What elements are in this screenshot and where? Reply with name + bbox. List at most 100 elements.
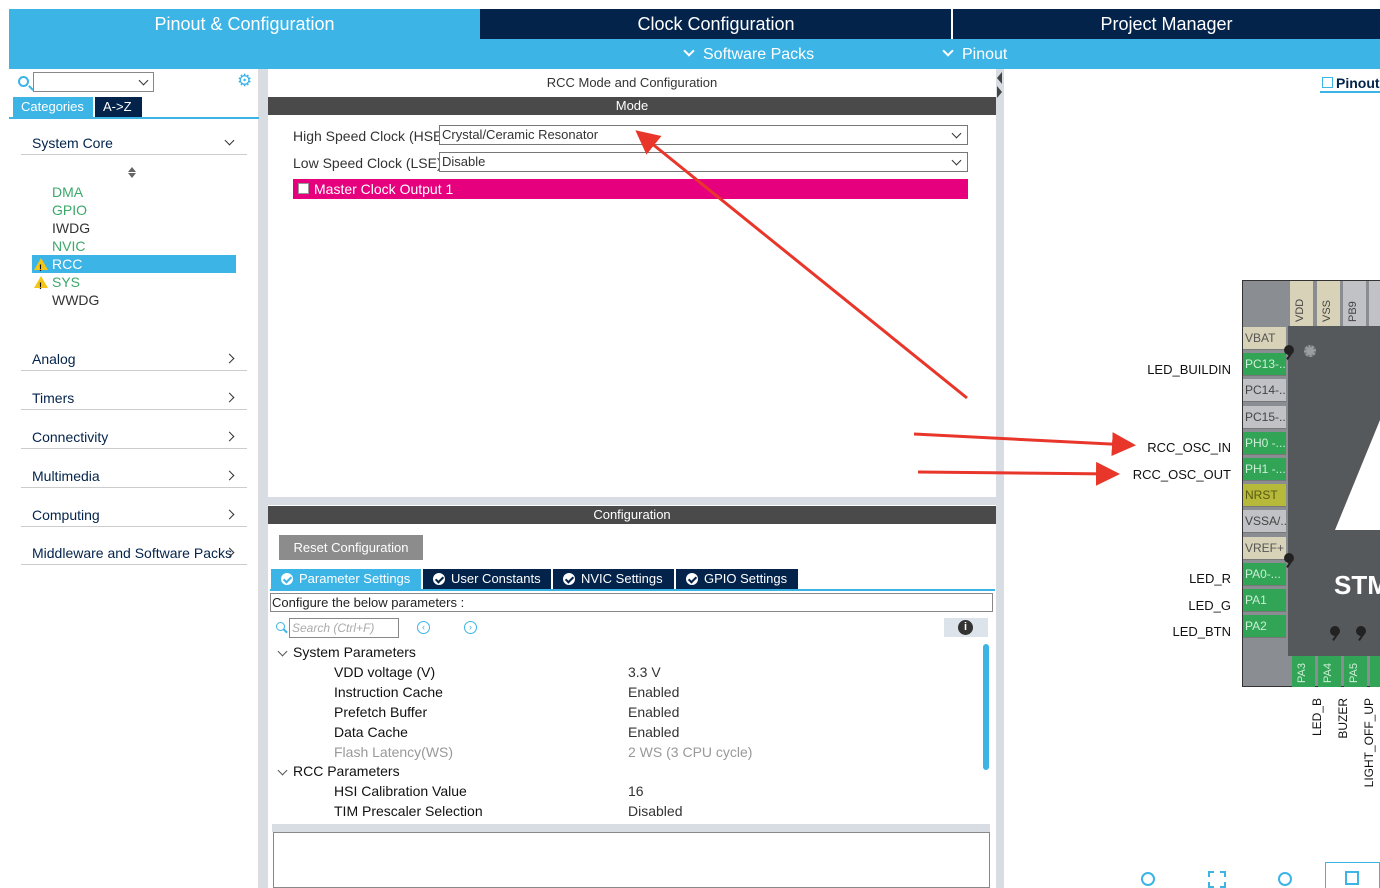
pin-left-7[interactable]: VSSA/...	[1243, 510, 1286, 534]
group-rcc-parameters[interactable]: RCC Parameters	[277, 763, 400, 779]
scrollbar-thumb[interactable]	[983, 644, 989, 770]
annotation-arrow-hse	[635, 130, 968, 400]
category-search-combo[interactable]	[33, 72, 154, 92]
pin-left-5[interactable]: PH1 -...	[1243, 458, 1286, 481]
section-label: Computing	[32, 507, 100, 523]
param-name[interactable]: Data Cache	[334, 724, 408, 740]
tab-a-z[interactable]: A->Z	[95, 97, 142, 117]
peripheral-item-rcc[interactable]: RCC	[32, 255, 236, 277]
tab-clock-configuration[interactable]: Clock Configuration	[481, 9, 951, 39]
search-icon	[276, 622, 285, 631]
pin-left-11[interactable]: PA2	[1243, 615, 1286, 639]
gear-icon[interactable]: ⚙	[237, 72, 253, 89]
tab-categories[interactable]: Categories	[13, 97, 93, 117]
signal-led-b: LED_B	[1310, 698, 1324, 737]
next-match-icon[interactable]: ›	[464, 621, 477, 634]
section-analog[interactable]: Analog	[21, 347, 247, 371]
param-value[interactable]: 3.3 V	[628, 664, 661, 680]
param-name[interactable]: Instruction Cache	[334, 684, 443, 700]
sort-icon[interactable]	[128, 167, 136, 178]
splitter-horizontal[interactable]	[268, 497, 996, 505]
chevron-down-icon[interactable]	[277, 646, 288, 657]
tab-pinout-configuration[interactable]: Pinout & Configuration	[9, 9, 480, 39]
tab-nvic-settings[interactable]: NVIC Settings	[553, 569, 674, 589]
peripheral-item-sys[interactable]: SYS	[32, 273, 236, 295]
pin-left-9[interactable]: PA0-...	[1243, 562, 1286, 586]
splitter-right[interactable]	[996, 69, 1004, 888]
pin-pa4[interactable]: PA4	[1318, 656, 1341, 687]
section-middleware[interactable]: Middleware and Software Packs	[21, 541, 247, 565]
param-value[interactable]: Enabled	[628, 684, 679, 700]
section-computing[interactable]: Computing	[21, 503, 247, 527]
pin-pb8[interactable]	[1369, 281, 1380, 326]
pin-left-0[interactable]: VBAT	[1243, 327, 1286, 350]
param-name[interactable]: Prefetch Buffer	[334, 704, 427, 720]
splitter-left[interactable]	[259, 69, 268, 888]
pin-left-10[interactable]: PA1	[1243, 589, 1286, 612]
chevron-down-icon[interactable]	[138, 75, 149, 86]
pin-label: VSS	[1321, 299, 1333, 322]
export-image-button[interactable]	[1325, 862, 1380, 888]
pin-pa3[interactable]: PA3	[1292, 656, 1315, 687]
pinout-view-tab[interactable]: Pinout	[1320, 73, 1380, 93]
tab-project-manager[interactable]: Project Manager	[953, 9, 1380, 39]
pin-left-2[interactable]: PC14-...	[1243, 379, 1286, 403]
pinout-menu[interactable]: Pinout	[942, 39, 1007, 69]
zoom-out-icon[interactable]	[1278, 872, 1292, 886]
software-packs-label: Software Packs	[703, 46, 815, 63]
section-label: System Core	[32, 135, 113, 151]
pin-left-3[interactable]: PC15-...	[1243, 405, 1286, 429]
software-packs-menu[interactable]: Software Packs	[683, 39, 815, 69]
description-splitter[interactable]	[272, 824, 990, 832]
tab-user-constants[interactable]: User Constants	[423, 569, 551, 589]
signal-led-btn: LED_BTN	[1172, 624, 1231, 639]
param-name[interactable]: VDD voltage (V)	[334, 664, 435, 680]
tab-label: GPIO Settings	[704, 571, 788, 586]
pin-left-6[interactable]: NRST	[1243, 484, 1286, 508]
pin-pa6[interactable]	[1370, 656, 1380, 687]
lse-select[interactable]: Disable	[439, 152, 968, 172]
section-timers[interactable]: Timers	[21, 386, 247, 410]
previous-match-icon[interactable]: ‹	[417, 621, 430, 634]
peripheral-item-gpio[interactable]: GPIO	[32, 201, 236, 219]
param-value[interactable]: Enabled	[628, 724, 679, 740]
info-button[interactable]: i	[944, 618, 988, 637]
param-name[interactable]: TIM Prescaler Selection	[334, 803, 483, 819]
collapse-arrow-icon[interactable]	[997, 72, 1002, 84]
param-value[interactable]: 16	[628, 783, 644, 799]
hse-select[interactable]: Crystal/Ceramic Resonator	[439, 125, 968, 145]
pin-vss[interactable]: VSS	[1317, 281, 1340, 326]
param-value[interactable]: Enabled	[628, 704, 679, 720]
pushpin-icon	[1356, 626, 1366, 636]
expand-arrow-icon[interactable]	[997, 86, 1002, 98]
section-multimedia[interactable]: Multimedia	[21, 464, 247, 488]
param-name[interactable]: HSI Calibration Value	[334, 783, 467, 799]
section-connectivity[interactable]: Connectivity	[21, 425, 247, 449]
parameter-search-input[interactable]: Search (Ctrl+F)	[289, 618, 399, 638]
reset-configuration-button[interactable]: Reset Configuration	[279, 535, 423, 560]
pin-left-8[interactable]: VREF+	[1243, 536, 1286, 560]
section-system-core[interactable]: System Core	[21, 131, 247, 155]
chevron-down-icon[interactable]	[277, 765, 288, 776]
peripheral-item-dma[interactable]: DMA	[32, 183, 236, 201]
mco-checkbox-row[interactable]: Master Clock Output 1	[293, 179, 968, 199]
pin-pb9[interactable]: PB9	[1343, 281, 1366, 326]
group-system-parameters[interactable]: System Parameters	[277, 644, 416, 660]
tab-parameter-settings[interactable]: Parameter Settings	[271, 569, 421, 589]
peripheral-item-iwdg[interactable]: IWDG	[32, 219, 236, 237]
pin-left-4[interactable]: PH0 -...	[1243, 431, 1286, 455]
search-icon[interactable]	[18, 76, 29, 87]
group-label: System Parameters	[293, 644, 416, 660]
pushpin-icon	[1284, 345, 1294, 355]
param-value[interactable]: Disabled	[628, 803, 682, 819]
tab-gpio-settings[interactable]: GPIO Settings	[676, 569, 798, 589]
pin-left-1[interactable]: PC13-...	[1243, 353, 1286, 377]
pin-vdd[interactable]: VDD	[1290, 281, 1313, 326]
mco-label: Master Clock Output 1	[314, 181, 454, 197]
pin-pa5[interactable]: PA5	[1344, 656, 1367, 687]
zoom-in-icon[interactable]	[1141, 872, 1155, 886]
fit-to-window-icon[interactable]	[1208, 871, 1226, 888]
peripheral-item-wwdg[interactable]: WWDG	[32, 291, 236, 309]
mco-checkbox[interactable]	[298, 183, 309, 194]
peripheral-item-nvic[interactable]: NVIC	[32, 237, 236, 255]
